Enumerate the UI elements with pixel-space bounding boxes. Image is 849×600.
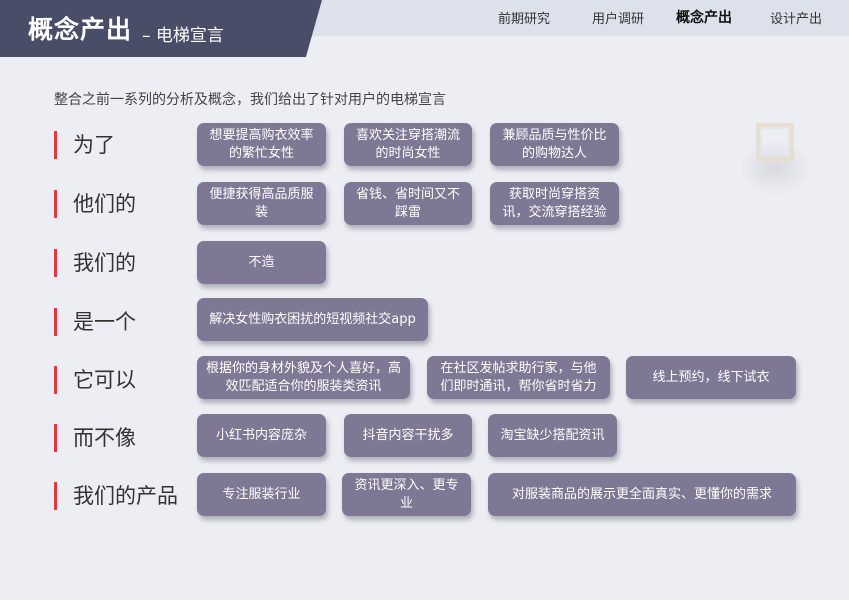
page: 概念产出 – 电梯宣言 前期研究 用户调研 概念产出 设计产出 整合之前一系列的… [0,0,849,600]
row-label-our-product: 我们的产品 [54,482,178,510]
nav-item-concept[interactable]: 概念产出 [676,7,732,27]
row-label-unlike: 而不像 [54,424,136,452]
card-target-user-2: 喜欢关注穿搭潮流的时尚女性 [344,123,472,166]
nav-item-research[interactable]: 前期研究 [498,8,550,27]
nav-item-user-research[interactable]: 用户调研 [592,8,644,27]
card-product-type: 解决女性购衣困扰的短视频社交app [197,298,428,341]
row-label-for: 为了 [54,131,115,159]
card-benefit-3: 线上预约，线下试衣 [626,356,796,399]
row-label-our: 我们的 [54,249,136,277]
page-title: 概念产出 [28,15,133,44]
card-competitor-2: 抖音内容干扰多 [344,414,472,457]
row-label-it-can: 它可以 [54,366,136,394]
card-benefit-2: 在社区发帖求助行家，与他们即时通讯，帮你省时省力 [427,356,610,399]
page-subtitle: – 电梯宣言 [142,26,224,46]
row-label-is-a: 是一个 [54,308,136,336]
card-name: 不造 [197,241,326,284]
card-need-1: 便捷获得高品质服装 [197,182,326,225]
decor-frame-icon [756,123,794,161]
nav-item-design[interactable]: 设计产出 [770,8,822,27]
card-differentiator-1: 专注服装行业 [197,473,326,516]
card-competitor-1: 小红书内容庞杂 [197,414,326,457]
intro-text: 整合之前一系列的分析及概念，我们给出了针对用户的电梯宣言 [54,92,446,108]
row-label-their: 他们的 [54,190,136,218]
card-differentiator-2: 资讯更深入、更专业 [342,473,471,516]
card-competitor-3: 淘宝缺少搭配资讯 [488,414,617,457]
card-target-user-3: 兼顾品质与性价比的购物达人 [490,123,619,166]
card-differentiator-3: 对服装商品的展示更全面真实、更懂你的需求 [488,473,796,516]
card-need-3: 获取时尚穿搭资讯，交流穿搭经验 [490,182,619,225]
card-target-user-1: 想要提高购衣效率的繁忙女性 [197,123,326,166]
card-benefit-1: 根据你的身材外貌及个人喜好，高效匹配适合你的服装类资讯 [197,356,410,399]
card-need-2: 省钱、省时间又不踩雷 [344,182,472,225]
